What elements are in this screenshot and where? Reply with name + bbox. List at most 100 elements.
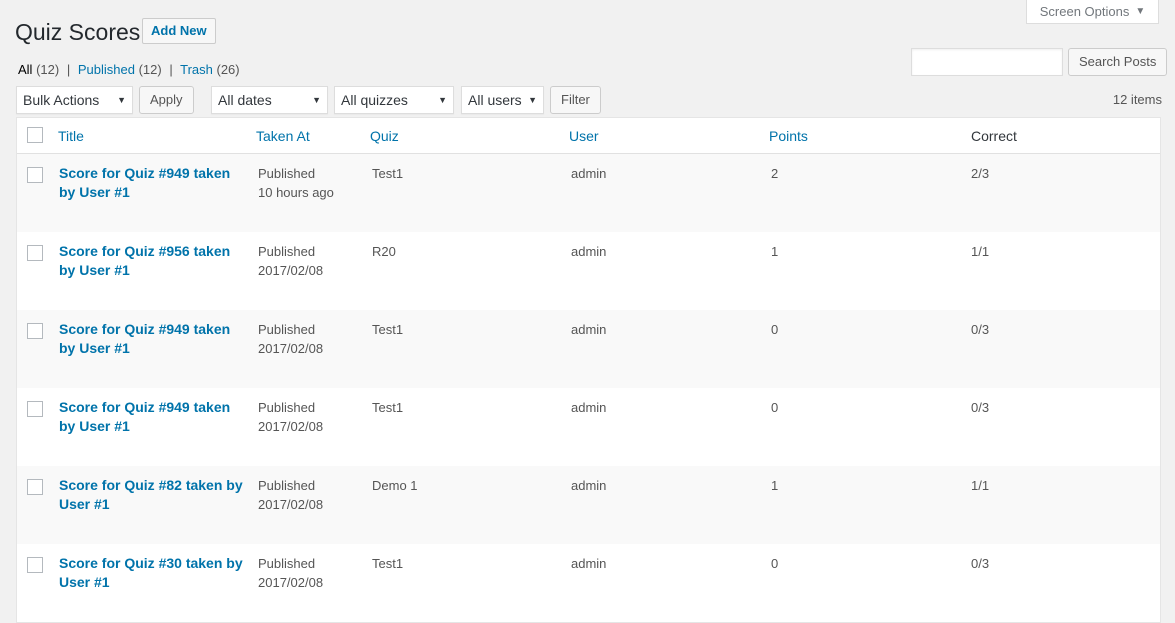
- quiz-cell: Test1: [372, 322, 404, 337]
- quiz-cell: Demo 1: [372, 478, 418, 493]
- user-cell: admin: [571, 478, 607, 493]
- bulk-actions-select[interactable]: Bulk Actions ▼: [16, 86, 133, 114]
- caret-down-icon: ▼: [117, 95, 126, 105]
- score-title-link[interactable]: Score for Quiz #949 taken by User #1: [59, 164, 249, 202]
- date-text: 2017/02/08: [258, 575, 324, 590]
- caret-down-icon: ▼: [438, 95, 447, 105]
- taken-at-cell: Published 2017/02/08: [258, 554, 323, 592]
- separator: |: [169, 62, 173, 77]
- quizzes-select[interactable]: All quizzes ▼: [334, 86, 454, 114]
- dates-select[interactable]: All dates ▼: [211, 86, 328, 114]
- select-all-checkbox[interactable]: [27, 127, 43, 143]
- row-checkbox[interactable]: [27, 557, 43, 573]
- view-published-link[interactable]: Published: [78, 62, 135, 77]
- quiz-cell: R20: [372, 244, 396, 259]
- taken-at-cell: Published 2017/02/08: [258, 320, 323, 358]
- filter-button[interactable]: Filter: [550, 86, 601, 114]
- status-text: Published: [258, 322, 316, 337]
- caret-down-icon: ▼: [312, 95, 321, 105]
- points-cell: 1: [771, 478, 779, 493]
- date-text: 2017/02/08: [258, 341, 324, 356]
- status-text: Published: [258, 478, 316, 493]
- quizzes-value: All quizzes: [341, 92, 408, 108]
- points-cell: 2: [771, 166, 779, 181]
- correct-cell: 1/1: [971, 244, 990, 259]
- correct-cell: 1/1: [971, 478, 990, 493]
- search-input[interactable]: [911, 48, 1063, 76]
- quiz-cell: Test1: [372, 400, 404, 415]
- points-cell: 0: [771, 400, 779, 415]
- search-posts-button[interactable]: Search Posts: [1068, 48, 1168, 76]
- taken-at-cell: Published 2017/02/08: [258, 242, 323, 280]
- table-header: Title Taken At Quiz User Points Correct: [17, 118, 1160, 154]
- table-row: Score for Quiz #949 taken by User #1 Pub…: [17, 388, 1160, 466]
- screen-options-button[interactable]: Screen Options ▼: [1026, 0, 1159, 24]
- column-correct-header: Correct: [971, 128, 1017, 144]
- apply-button[interactable]: Apply: [139, 86, 194, 114]
- correct-cell: 0/3: [971, 400, 990, 415]
- caret-down-icon: ▼: [1135, 6, 1146, 17]
- users-select[interactable]: All users ▼: [461, 86, 544, 114]
- points-cell: 0: [771, 322, 779, 337]
- user-cell: admin: [571, 166, 607, 181]
- score-title-link[interactable]: Score for Quiz #82 taken by User #1: [59, 476, 249, 514]
- table-row: Score for Quiz #30 taken by User #1 Publ…: [17, 544, 1160, 622]
- status-text: Published: [258, 166, 316, 181]
- date-text: 2017/02/08: [258, 419, 324, 434]
- user-cell: admin: [571, 244, 607, 259]
- table-row: Score for Quiz #949 taken by User #1 Pub…: [17, 154, 1160, 232]
- correct-cell: 0/3: [971, 322, 990, 337]
- dates-value: All dates: [218, 92, 272, 108]
- status-text: Published: [258, 556, 316, 571]
- score-title-link[interactable]: Score for Quiz #30 taken by User #1: [59, 554, 249, 592]
- table-row: Score for Quiz #949 taken by User #1 Pub…: [17, 310, 1160, 388]
- column-quiz-header[interactable]: Quiz: [370, 128, 399, 144]
- points-cell: 1: [771, 244, 779, 259]
- table-row: Score for Quiz #956 taken by User #1 Pub…: [17, 232, 1160, 310]
- view-published-count: (12): [138, 62, 162, 77]
- row-checkbox[interactable]: [27, 245, 43, 261]
- user-cell: admin: [571, 400, 607, 415]
- score-title-link[interactable]: Score for Quiz #949 taken by User #1: [59, 320, 249, 358]
- taken-at-cell: Published 2017/02/08: [258, 476, 323, 514]
- score-title-link[interactable]: Score for Quiz #956 taken by User #1: [59, 242, 249, 280]
- date-text: 2017/02/08: [258, 497, 324, 512]
- row-checkbox[interactable]: [27, 479, 43, 495]
- points-cell: 0: [771, 556, 779, 571]
- correct-cell: 2/3: [971, 166, 990, 181]
- add-new-button[interactable]: Add New: [142, 18, 216, 44]
- bulk-actions-value: Bulk Actions: [23, 92, 100, 108]
- taken-at-cell: Published 2017/02/08: [258, 398, 323, 436]
- status-text: Published: [258, 244, 316, 259]
- view-all-count: (12): [36, 62, 60, 77]
- user-cell: admin: [571, 322, 607, 337]
- row-checkbox[interactable]: [27, 401, 43, 417]
- row-checkbox[interactable]: [27, 323, 43, 339]
- table-row: Score for Quiz #82 taken by User #1 Publ…: [17, 466, 1160, 544]
- column-taken-at-header[interactable]: Taken At: [256, 128, 310, 144]
- correct-cell: 0/3: [971, 556, 990, 571]
- quiz-cell: Test1: [372, 166, 404, 181]
- column-points-header[interactable]: Points: [769, 128, 808, 144]
- separator: |: [66, 62, 71, 77]
- score-title-link[interactable]: Score for Quiz #949 taken by User #1: [59, 398, 249, 436]
- caret-down-icon: ▼: [528, 95, 537, 105]
- view-filters: All (12) | Published (12) | Trash (26): [18, 62, 240, 77]
- page-title: Quiz Scores: [15, 19, 141, 45]
- quiz-cell: Test1: [372, 556, 404, 571]
- column-user-header[interactable]: User: [569, 128, 599, 144]
- view-trash-link[interactable]: Trash: [180, 62, 213, 77]
- date-text: 10 hours ago: [258, 185, 334, 200]
- view-all-link[interactable]: All: [18, 62, 32, 77]
- screen-options-label: Screen Options: [1039, 4, 1130, 19]
- view-trash-count: (26): [216, 62, 240, 77]
- taken-at-cell: Published 10 hours ago: [258, 164, 334, 202]
- items-count: 12 items: [1112, 92, 1162, 107]
- status-text: Published: [258, 400, 316, 415]
- users-value: All users: [468, 92, 522, 108]
- quiz-scores-table: Title Taken At Quiz User Points Correct …: [16, 117, 1161, 623]
- user-cell: admin: [571, 556, 607, 571]
- row-checkbox[interactable]: [27, 167, 43, 183]
- date-text: 2017/02/08: [258, 263, 324, 278]
- column-title-header[interactable]: Title: [58, 128, 84, 144]
